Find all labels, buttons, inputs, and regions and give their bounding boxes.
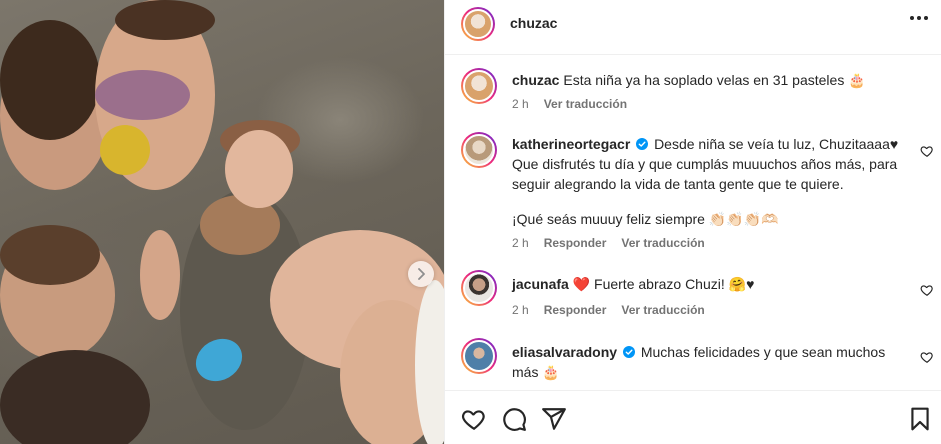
carousel-next-button[interactable] bbox=[408, 261, 434, 287]
avatar[interactable] bbox=[461, 68, 497, 104]
comment-body: ❤️ Fuerte abrazo Chuzi! 🤗♥ bbox=[572, 276, 755, 292]
verified-badge-icon bbox=[622, 346, 635, 358]
comment-body: más 🎂 bbox=[512, 364, 560, 380]
comment-time[interactable]: 2 h bbox=[512, 303, 529, 317]
post-side-panel: chuzac chuzac Esta niña ya ha soplado ve… bbox=[444, 0, 941, 444]
comment-text: jacunafa ❤️ Fuerte abrazo Chuzi! 🤗♥ bbox=[512, 274, 907, 294]
heart-icon[interactable] bbox=[920, 350, 934, 364]
comment-username[interactable]: katherineortegacr bbox=[512, 136, 630, 152]
comment-body: ¡Qué seás muuuy feliz siempre 👏🏻👏🏻👏🏻🫶🏻 bbox=[512, 211, 779, 227]
comment-username[interactable]: eliasalvaradony bbox=[512, 344, 617, 360]
avatar[interactable] bbox=[461, 338, 497, 374]
post-photo bbox=[0, 0, 444, 444]
comment-body: Que disfrutés tu día y que cumplás muuuc… bbox=[512, 156, 898, 172]
more-options-icon[interactable] bbox=[910, 16, 928, 20]
verified-badge-icon bbox=[636, 138, 649, 150]
comment-time[interactable]: 2 h bbox=[512, 97, 529, 111]
comment-text: eliasalvaradony Muchas felicidades y que… bbox=[512, 342, 907, 382]
reply-button[interactable]: Responder bbox=[544, 236, 607, 250]
comment-text: chuzac Esta niña ya ha soplado velas en … bbox=[512, 70, 907, 90]
see-translation-link[interactable]: Ver traducción bbox=[621, 236, 704, 250]
comment-body: Muchas felicidades y que sean muchos bbox=[640, 344, 886, 360]
bookmark-icon[interactable] bbox=[907, 406, 933, 432]
comment-body: seguir alegrando la vida de tanta gente … bbox=[512, 176, 844, 192]
post-header: chuzac bbox=[445, 0, 941, 55]
avatar[interactable] bbox=[461, 270, 497, 306]
post-action-bar bbox=[445, 390, 941, 444]
chevron-right-icon bbox=[418, 268, 425, 280]
avatar[interactable] bbox=[461, 7, 495, 41]
heart-icon[interactable] bbox=[920, 283, 934, 297]
comment-time[interactable]: 2 h bbox=[512, 236, 529, 250]
see-translation-link[interactable]: Ver traducción bbox=[544, 97, 627, 111]
post-author-username[interactable]: chuzac bbox=[510, 15, 557, 31]
heart-icon[interactable] bbox=[461, 406, 487, 432]
avatar[interactable] bbox=[461, 132, 497, 168]
comment-meta: 2 h Ver traducción bbox=[512, 97, 627, 111]
comment-meta: 2 h Responder Ver traducción bbox=[512, 303, 705, 317]
comment-text: katherineortegacr Desde niña se veía tu … bbox=[512, 134, 907, 229]
comment-username[interactable]: chuzac bbox=[512, 72, 559, 88]
comment-body: Esta niña ya ha soplado velas en 31 past… bbox=[563, 72, 866, 88]
comment-icon[interactable] bbox=[501, 406, 527, 432]
comment-meta: 2 h Responder Ver traducción bbox=[512, 236, 705, 250]
comment-body: Desde niña se veía tu luz, Chuzitaaaa♥ bbox=[654, 136, 899, 152]
comment-username[interactable]: jacunafa bbox=[512, 276, 569, 292]
see-translation-link[interactable]: Ver traducción bbox=[621, 303, 704, 317]
reply-button[interactable]: Responder bbox=[544, 303, 607, 317]
share-icon[interactable] bbox=[541, 406, 567, 432]
heart-icon[interactable] bbox=[920, 144, 934, 158]
